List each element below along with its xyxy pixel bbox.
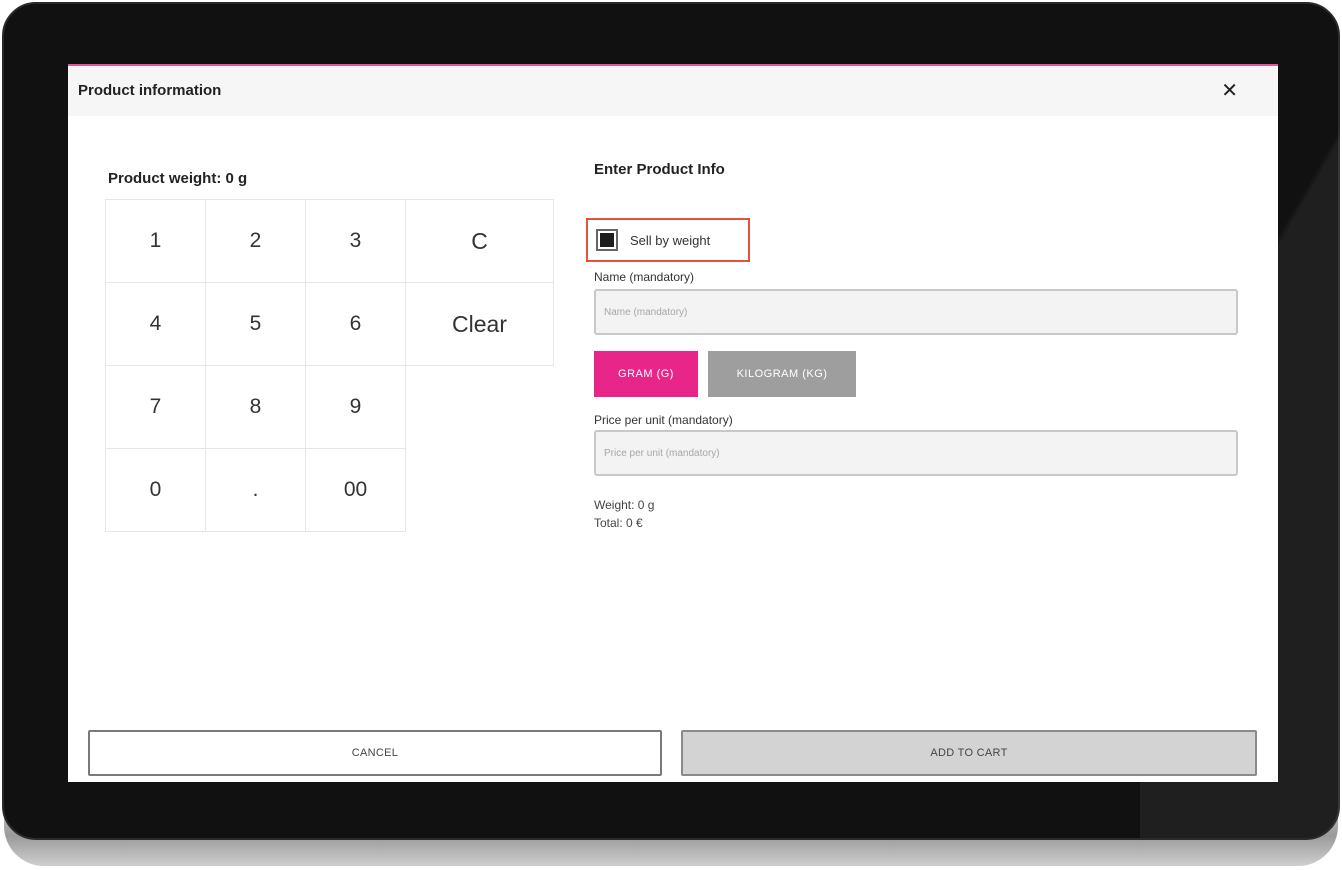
key-c[interactable]: C — [405, 199, 554, 283]
sell-by-weight-label: Sell by weight — [630, 232, 711, 248]
checkbox-checked-icon[interactable] — [596, 229, 618, 251]
key-5[interactable]: 5 — [205, 282, 306, 366]
key-clear[interactable]: Clear — [405, 282, 554, 366]
product-weight-title: Product weight: 0 g — [108, 170, 248, 187]
enter-product-info-title: Enter Product Info — [594, 161, 725, 178]
key-6[interactable]: 6 — [305, 282, 406, 366]
key-8[interactable]: 8 — [205, 365, 306, 449]
kilogram-unit-button[interactable]: KILOGRAM (KG) — [708, 351, 856, 397]
key-2[interactable]: 2 — [205, 199, 306, 283]
name-input[interactable] — [594, 289, 1238, 335]
dialog-header: Product information ✕ — [68, 66, 1278, 116]
key-9[interactable]: 9 — [305, 365, 406, 449]
key-3[interactable]: 3 — [305, 199, 406, 283]
weight-summary: Weight: 0 g — [594, 498, 655, 512]
cancel-button[interactable]: CANCEL — [88, 730, 662, 776]
dialog-title: Product information — [78, 82, 222, 99]
sell-by-weight-checkbox[interactable]: Sell by weight — [586, 218, 750, 262]
total-summary: Total: 0 € — [594, 516, 643, 530]
key-decimal[interactable]: . — [205, 448, 306, 532]
key-00[interactable]: 00 — [305, 448, 406, 532]
keypad-spacer — [405, 448, 554, 532]
price-label: Price per unit (mandatory) — [594, 413, 733, 427]
numeric-keypad: 1 2 3 C 4 5 6 Clear 7 8 9 0 . 00 — [105, 199, 554, 532]
keypad-spacer — [405, 365, 554, 449]
checkbox-fill — [600, 233, 614, 247]
close-icon[interactable]: ✕ — [1221, 78, 1238, 102]
key-0[interactable]: 0 — [105, 448, 206, 532]
key-1[interactable]: 1 — [105, 199, 206, 283]
key-4[interactable]: 4 — [105, 282, 206, 366]
gram-unit-button[interactable]: GRAM (G) — [594, 351, 698, 397]
name-label: Name (mandatory) — [594, 270, 695, 284]
add-to-cart-button[interactable]: ADD TO CART — [681, 730, 1257, 776]
product-info-dialog: Product information ✕ Product weight: 0 … — [68, 64, 1278, 782]
price-per-unit-input[interactable] — [594, 430, 1238, 476]
key-7[interactable]: 7 — [105, 365, 206, 449]
